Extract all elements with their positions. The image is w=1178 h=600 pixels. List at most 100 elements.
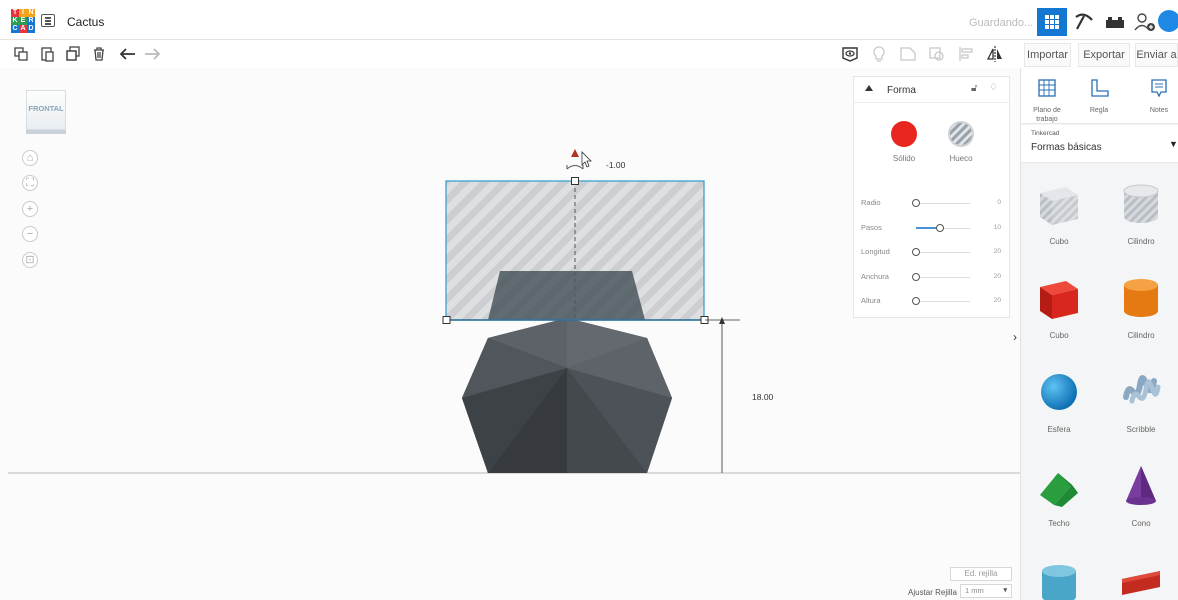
- property-row-longitud: Longitud 20: [861, 246, 1001, 260]
- shape-tile-hole-box[interactable]: Cubo: [1029, 181, 1089, 246]
- ruler-tool[interactable]: Regla: [1077, 78, 1121, 115]
- shape-tile-roof[interactable]: Techo: [1029, 463, 1089, 528]
- logo-letter: E: [19, 17, 27, 25]
- undo-button[interactable]: [118, 44, 138, 64]
- panel-tools: Plano de trabajo Regla Notes: [1021, 68, 1178, 124]
- design-menu-icon[interactable]: [41, 14, 55, 27]
- solid-color-swatch[interactable]: [891, 121, 917, 147]
- property-label: Radio: [861, 198, 881, 207]
- shape-tile-hole-cylinder[interactable]: Cilindro: [1111, 181, 1171, 246]
- hole-box-shape[interactable]: [442, 177, 709, 324]
- property-value[interactable]: 10: [994, 224, 1001, 231]
- notes-tool[interactable]: Notes: [1137, 78, 1178, 115]
- shape-tile-cylinder-hole-partial[interactable]: [1029, 557, 1089, 600]
- rotation-readout: -1.00: [606, 160, 626, 170]
- align-button[interactable]: [956, 44, 976, 64]
- property-value[interactable]: 20: [994, 273, 1001, 280]
- property-row-radio: Radio 0: [861, 197, 1001, 211]
- corner-handle-left[interactable]: [442, 316, 451, 324]
- bricks-button[interactable]: [1100, 8, 1130, 36]
- property-slider-knob[interactable]: [912, 248, 920, 256]
- caret-down-icon: ▾: [1003, 587, 1007, 594]
- cone-icon: [1118, 463, 1164, 509]
- send-to-button[interactable]: Enviar a: [1135, 43, 1178, 67]
- property-label: Pasos: [861, 222, 882, 232]
- property-value[interactable]: 20: [994, 297, 1001, 304]
- export-button[interactable]: Exportar: [1078, 43, 1130, 67]
- copy-button[interactable]: [11, 44, 31, 64]
- visibility-icon: [842, 47, 858, 62]
- redo-button[interactable]: [142, 44, 162, 64]
- group-button[interactable]: [898, 44, 918, 64]
- mirror-button[interactable]: [985, 44, 1005, 64]
- shape-tile-scribble[interactable]: Scribble: [1111, 369, 1171, 434]
- top-handle[interactable]: [571, 177, 579, 185]
- hole-box-icon: [1036, 181, 1082, 227]
- property-slider-track[interactable]: [916, 276, 970, 278]
- property-value[interactable]: 0: [997, 199, 1001, 206]
- library-source: Tinkercad: [1031, 130, 1060, 137]
- workplane-icon: [1038, 79, 1056, 97]
- collapse-caret-icon[interactable]: [865, 85, 873, 91]
- collapse-panel-icon[interactable]: ›: [1013, 330, 1017, 344]
- property-slider-knob[interactable]: [912, 199, 920, 207]
- paste-button[interactable]: [37, 44, 57, 64]
- shape-tile-text-partial[interactable]: [1111, 557, 1171, 600]
- property-row-altura: Altura 20: [861, 295, 1001, 309]
- snap-grid-select[interactable]: 1 mm ▾: [960, 584, 1012, 598]
- delete-button[interactable]: [89, 44, 109, 64]
- height-readout[interactable]: 18.00: [752, 392, 773, 402]
- shape-tile-cone[interactable]: Cono: [1111, 463, 1171, 528]
- rotation-handle[interactable]: [566, 149, 584, 170]
- align-icon: [959, 47, 973, 61]
- property-slider-knob[interactable]: [912, 297, 920, 305]
- copy-icon: [14, 47, 28, 61]
- mouse-cursor: [581, 151, 592, 168]
- mirror-icon: [986, 46, 1002, 62]
- light-bulb-icon[interactable]: ♢: [989, 82, 998, 93]
- top-bar: TINKERCAD Cactus Guardando...: [0, 6, 1178, 40]
- shape-tile-cylinder[interactable]: Cilindro: [1111, 275, 1171, 340]
- library-name: Formas básicas: [1031, 142, 1102, 153]
- lock-icon[interactable]: 🔓︎: [971, 83, 977, 94]
- user-avatar[interactable]: [1158, 10, 1178, 32]
- text-shape-icon: [1118, 557, 1164, 600]
- tinkercad-logo[interactable]: TINKERCAD: [11, 9, 35, 33]
- hole-swatch[interactable]: [948, 121, 974, 147]
- inspector-header[interactable]: Forma 🔓︎ ♢: [854, 77, 1009, 103]
- property-value[interactable]: 20: [994, 248, 1001, 255]
- logo-letter: I: [19, 9, 27, 17]
- shape-label: Cubo: [1049, 237, 1069, 246]
- hole-cylinder-icon: [1118, 181, 1164, 227]
- import-button[interactable]: Importar: [1024, 43, 1071, 67]
- shape-label: Techo: [1048, 519, 1070, 528]
- codeblocks-button[interactable]: [1069, 8, 1099, 36]
- invite-user-button[interactable]: [1130, 8, 1160, 36]
- shape-label: Cubo: [1049, 331, 1069, 340]
- property-slider-track[interactable]: [916, 203, 970, 204]
- shape-tile-box[interactable]: Cubo: [1029, 275, 1089, 340]
- workplane-tool[interactable]: Plano de trabajo: [1025, 78, 1069, 124]
- shape-label: Esfera: [1047, 425, 1071, 434]
- shapes-panel: Plano de trabajo Regla Notes Tinkercad F…: [1020, 68, 1178, 600]
- notes-icon: [1151, 79, 1167, 98]
- ungroup-button[interactable]: [927, 44, 947, 64]
- workplane-label: Plano de trabajo: [1033, 107, 1061, 123]
- hole-label: Hueco: [949, 154, 973, 163]
- property-label: Longitud: [861, 247, 890, 256]
- property-slider-knob[interactable]: [936, 223, 945, 232]
- pickaxe-icon: [1075, 13, 1093, 30]
- project-title[interactable]: Cactus: [67, 15, 104, 29]
- shape-library-select[interactable]: Tinkercad Formas básicas ▼: [1021, 125, 1178, 163]
- duplicate-button[interactable]: [63, 44, 83, 64]
- property-slider-track[interactable]: [916, 301, 970, 302]
- light-icon: [873, 46, 885, 62]
- hide-button[interactable]: [869, 44, 889, 64]
- edit-grid-button[interactable]: Ed. rejilla: [950, 567, 1012, 581]
- logo-letter: A: [19, 25, 27, 33]
- property-slider-track[interactable]: [916, 252, 970, 253]
- property-slider-knob[interactable]: [912, 272, 920, 281]
- show-all-button[interactable]: [840, 44, 860, 64]
- shape-tile-sphere[interactable]: Esfera: [1029, 369, 1089, 434]
- 3d-view-button[interactable]: [1037, 8, 1067, 36]
